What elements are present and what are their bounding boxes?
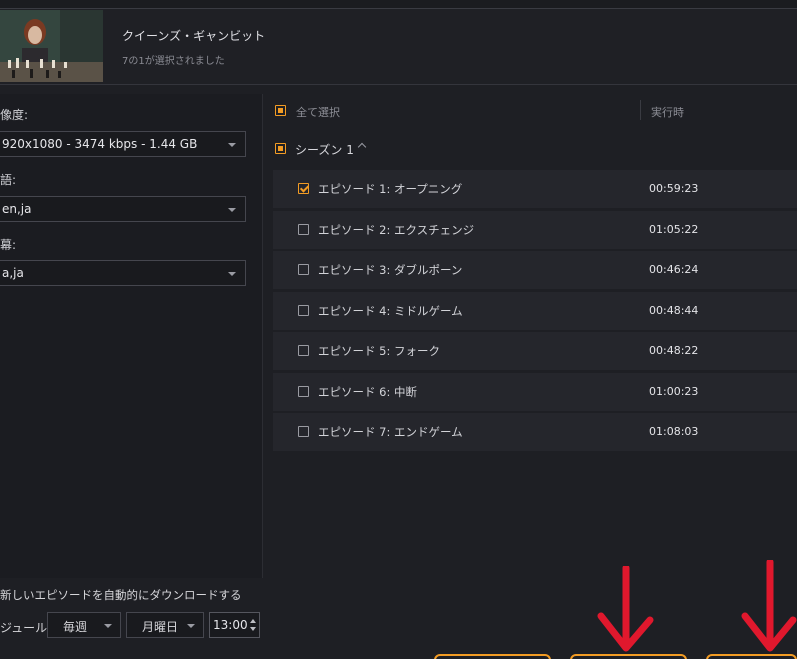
audio-label: 語: bbox=[0, 173, 17, 187]
episode-duration: 01:08:03 bbox=[649, 425, 699, 438]
window-top-bar bbox=[0, 0, 797, 9]
column-divider bbox=[640, 100, 641, 120]
chevron-down-icon bbox=[228, 208, 236, 212]
day-value: 月曜日 bbox=[142, 620, 179, 634]
runtime-column-header[interactable]: 実行時 bbox=[651, 104, 684, 120]
select-all-checkbox[interactable] bbox=[275, 105, 286, 116]
chevron-down-icon bbox=[104, 624, 112, 628]
header: クイーンズ・ギャンビット 7の1が選択されました bbox=[0, 9, 797, 85]
episode-label: エピソード 7: エンドゲーム bbox=[318, 425, 463, 439]
subtitle-select[interactable]: a,ja bbox=[0, 260, 246, 286]
episode-duration: 01:00:23 bbox=[649, 384, 699, 398]
season-label: シーズン 1 bbox=[295, 143, 354, 157]
red-arrow-icon bbox=[597, 566, 654, 652]
chevron-down-icon bbox=[228, 143, 236, 147]
action-button-2[interactable] bbox=[570, 654, 687, 659]
episode-label: エピソード 1: オープニング bbox=[318, 182, 463, 196]
settings-panel: 像度: 920x1080 - 3474 kbps - 1.44 GB 語: en… bbox=[0, 94, 262, 578]
select-all-label[interactable]: 全て選択 bbox=[296, 104, 340, 120]
episode-label: エピソード 4: ミドルゲーム bbox=[318, 303, 463, 318]
episode-row[interactable]: エピソード 5: フォーク 00:48:22 bbox=[273, 332, 797, 370]
time-value: 13:00 bbox=[213, 618, 248, 632]
chevron-up-icon[interactable] bbox=[357, 142, 367, 152]
episode-label: エピソード 3: ダブルポーン bbox=[318, 263, 463, 277]
episode-checkbox[interactable] bbox=[298, 183, 309, 194]
schedule-label: ジュール: bbox=[0, 621, 52, 635]
show-thumbnail bbox=[0, 10, 103, 82]
list-header: 全て選択 実行時 bbox=[273, 96, 797, 126]
episode-row[interactable]: エピソード 3: ダブルポーン 00:46:24 bbox=[273, 251, 797, 289]
audio-value: en,ja bbox=[2, 202, 32, 216]
episode-duration: 00:48:44 bbox=[649, 303, 699, 317]
episode-checkbox[interactable] bbox=[298, 426, 309, 437]
episode-duration: 00:59:23 bbox=[649, 182, 699, 195]
episode-row[interactable]: エピソード 6: 中断 01:00:23 bbox=[273, 372, 797, 411]
day-select[interactable]: 月曜日 bbox=[126, 612, 204, 638]
selection-count: 7の1が選択されました bbox=[122, 56, 225, 67]
episode-checkbox[interactable] bbox=[298, 345, 309, 356]
episode-row[interactable]: エピソード 4: ミドルゲーム 00:48:44 bbox=[273, 291, 797, 330]
subtitle-value: a,ja bbox=[2, 266, 24, 280]
red-arrow-icon bbox=[741, 560, 797, 652]
season-toggle[interactable]: シーズン 1 bbox=[273, 138, 473, 160]
season-checkbox[interactable] bbox=[275, 143, 286, 154]
episode-row[interactable]: エピソード 2: エクスチェンジ 01:05:22 bbox=[273, 210, 797, 249]
episode-checkbox[interactable] bbox=[298, 385, 309, 397]
episode-checkbox[interactable] bbox=[298, 304, 309, 316]
subtitle-label: 幕: bbox=[0, 238, 17, 252]
spinner-up-icon[interactable] bbox=[250, 619, 256, 623]
frequency-select[interactable]: 毎週 bbox=[47, 612, 121, 638]
audio-select[interactable]: en,ja bbox=[0, 196, 246, 222]
episode-label: エピソード 5: フォーク bbox=[318, 344, 441, 358]
episode-checkbox[interactable] bbox=[298, 223, 309, 235]
show-title: クイーンズ・ギャンビット bbox=[122, 29, 266, 43]
quality-value: 920x1080 - 3474 kbps - 1.44 GB bbox=[2, 137, 198, 151]
time-input[interactable]: 13:00 bbox=[209, 612, 260, 638]
episode-label: エピソード 2: エクスチェンジ bbox=[318, 222, 475, 237]
spinner-down-icon[interactable] bbox=[250, 627, 256, 631]
episode-row[interactable]: エピソード 7: エンドゲーム 01:08:03 bbox=[273, 413, 797, 451]
episode-duration: 01:05:22 bbox=[649, 222, 699, 236]
action-button-1[interactable] bbox=[434, 654, 551, 659]
episode-row[interactable]: エピソード 1: オープニング 00:59:23 bbox=[273, 170, 797, 208]
chevron-down-icon bbox=[228, 272, 236, 276]
episode-label: エピソード 6: 中断 bbox=[318, 384, 418, 399]
quality-label: 像度: bbox=[0, 108, 29, 122]
chevron-down-icon bbox=[187, 624, 195, 628]
panel-divider bbox=[262, 94, 263, 578]
episode-checkbox[interactable] bbox=[298, 264, 309, 275]
quality-select[interactable]: 920x1080 - 3474 kbps - 1.44 GB bbox=[0, 131, 246, 157]
frequency-value: 毎週 bbox=[63, 620, 88, 634]
episode-duration: 00:48:22 bbox=[649, 344, 699, 357]
auto-download-label[interactable]: 新しいエピソードを自動的にダウンロードする bbox=[0, 587, 242, 603]
action-button-3[interactable] bbox=[706, 654, 797, 659]
episode-duration: 00:46:24 bbox=[649, 263, 699, 276]
